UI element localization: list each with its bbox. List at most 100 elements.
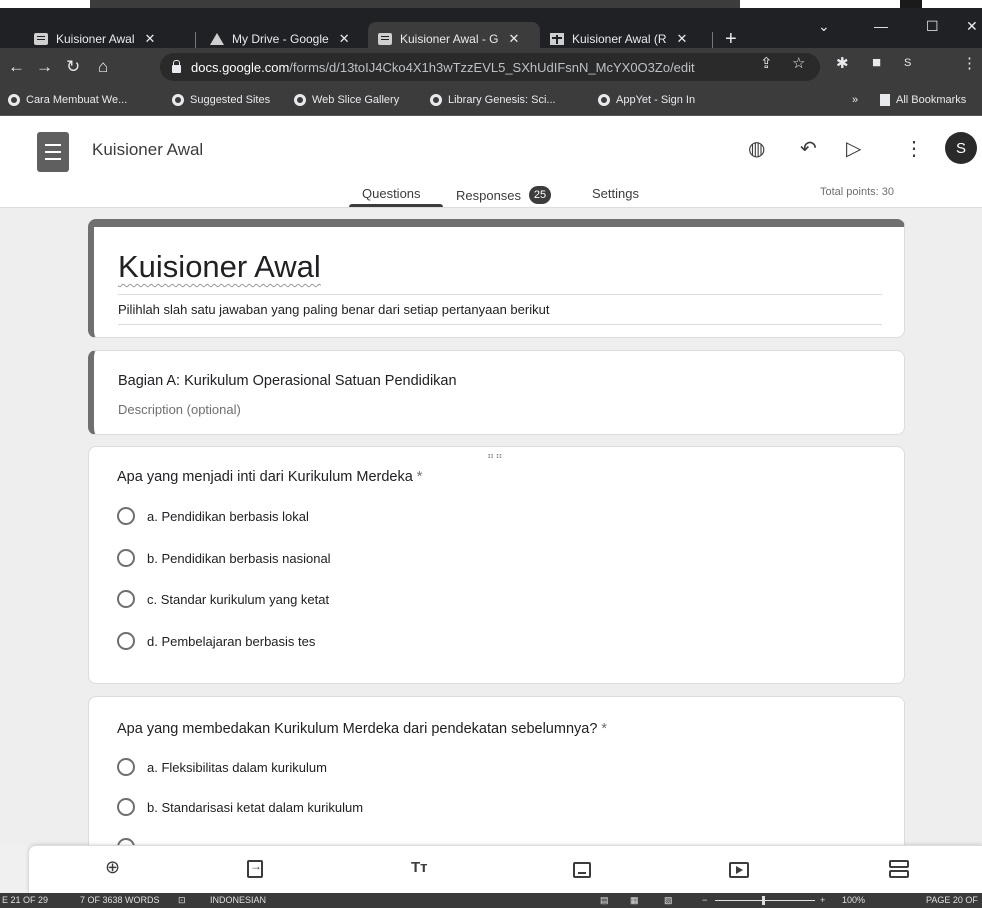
forms-favicon-icon [34,33,48,45]
palette-icon[interactable]: ◍ [748,136,765,161]
add-image-icon[interactable] [573,862,591,878]
bookmark-item[interactable]: Cara Membuat We... [8,94,127,106]
globe-icon [172,94,184,106]
word-count[interactable]: 7 OF 3638 WORDS [80,895,160,905]
zoom-level[interactable]: 100% [842,895,865,905]
bookmark-item[interactable]: Web Slice Gallery [294,94,399,106]
form-title[interactable]: Kuisioner Awal [118,249,321,285]
tab-close-icon[interactable]: ✕ [339,31,350,47]
document-title[interactable]: Kuisioner Awal [92,140,203,160]
add-video-icon[interactable] [729,862,749,878]
tab-title: Kuisioner Awal [56,32,135,46]
address-toolbar: ← → ↻ ⌂ docs.google.com/forms/d/13toIJ4C… [0,48,982,86]
bookmark-item[interactable]: AppYet - Sign In [598,94,695,106]
form-title-card[interactable]: Kuisioner Awal Pilihlah slah satu jawaba… [88,219,905,338]
proofing-icon[interactable]: ⊡ [178,895,186,906]
radio-option[interactable]: c. Standar kurikulum yang ketat [117,590,329,608]
page-indicator[interactable]: E 21 OF 29 [2,895,48,905]
more-options-icon[interactable]: ⋮ [904,136,924,161]
bookmarks-bar: Cara Membuat We... Suggested Sites Web S… [0,86,982,116]
close-window-icon[interactable]: ✕ [966,18,978,35]
question-title[interactable]: Apa yang menjadi inti dari Kurikulum Mer… [117,469,422,485]
section-card[interactable]: Bagian A: Kurikulum Operasional Satuan P… [88,350,905,435]
profile-button[interactable]: S [904,57,911,69]
radio-option[interactable]: a. Fleksibilitas dalam kurikulum [117,758,327,776]
url-path: /forms/d/13toIJ4Cko4X1h3wTzzEVL5_SXhUdIF… [289,59,695,75]
question-title[interactable]: Apa yang membedakan Kurikulum Merdeka da… [117,721,607,737]
zoom-slider-thumb[interactable] [762,896,765,905]
background-window-strip [90,0,740,8]
language-indicator[interactable]: INDONESIAN [210,895,266,905]
bookmark-star-icon[interactable]: ☆ [792,54,805,72]
tab-close-icon[interactable]: ✕ [509,31,520,47]
radio-circle-icon[interactable] [117,590,135,608]
forward-icon[interactable]: → [36,57,53,77]
tab-search-icon[interactable]: ⌄ [818,18,830,35]
back-icon[interactable]: ← [8,57,25,77]
bookmarks-overflow-button[interactable]: » [852,94,858,106]
window-top-strip [0,0,982,8]
undo-icon[interactable]: ↶ [800,136,817,161]
zoom-out-icon[interactable]: − [702,895,707,905]
forms-logo-icon[interactable] [37,132,69,172]
all-bookmarks-button[interactable]: All Bookmarks [880,94,966,106]
tab-separator [195,32,196,48]
folder-icon [880,94,890,106]
avatar[interactable]: S [945,132,977,164]
globe-icon [430,94,442,106]
question-card[interactable]: Apa yang membedakan Kurikulum Merdeka da… [88,696,905,845]
zoom-slider[interactable] [715,900,815,901]
add-title-description-icon[interactable]: Tт [411,859,428,876]
radio-circle-icon[interactable] [117,758,135,776]
radio-option[interactable]: b. Pendidikan berbasis nasional [117,549,331,567]
radio-circle-icon[interactable] [117,798,135,816]
extensions-icon[interactable]: ✱ [836,54,849,72]
bookmark-item[interactable]: Suggested Sites [172,94,270,106]
section-title[interactable]: Bagian A: Kurikulum Operasional Satuan P… [118,373,457,389]
browser-menu-icon[interactable]: ⋮ [962,54,977,72]
page-indicator-right: PAGE 20 OF [926,895,978,905]
url-host: docs.google.com [191,59,290,75]
radio-circle-icon[interactable] [117,507,135,525]
radio-option[interactable]: d. Pembelajaran berbasis tes [117,632,315,650]
radio-circle-icon[interactable] [117,549,135,567]
read-mode-icon[interactable]: ▤ [600,895,609,906]
import-questions-icon[interactable] [247,859,263,878]
share-icon[interactable]: ⇪ [760,54,773,72]
maximize-icon[interactable]: ☐ [926,18,939,35]
drag-handle-icon[interactable]: ⠶⠶ [487,451,504,462]
radio-option[interactable] [117,838,147,845]
home-icon[interactable]: ⌂ [98,57,108,77]
bookmark-item[interactable]: Library Genesis: Sci... [430,94,556,106]
tab-close-icon[interactable]: ✕ [145,31,156,47]
reload-icon[interactable]: ↻ [66,57,80,77]
divider [118,324,882,325]
zoom-in-icon[interactable]: + [820,895,825,905]
radio-circle-icon[interactable] [117,838,135,845]
drive-favicon-icon [210,33,224,45]
total-points: Total points: 30 [820,186,894,198]
section-description-input[interactable]: Description (optional) [118,402,241,417]
tab-close-icon[interactable]: ✕ [677,31,688,47]
tab-questions[interactable]: Questions [362,186,421,201]
add-section-icon[interactable] [889,860,909,878]
sheet-favicon-icon [550,33,564,45]
url-bar[interactable]: docs.google.com/forms/d/13toIJ4Cko4X1h3w… [160,53,820,81]
forms-header: Kuisioner Awal ◍ ↶ ▷ ⋮ S Questions Respo… [0,116,982,208]
web-layout-icon[interactable]: ▧ [664,895,673,906]
side-panel-icon[interactable]: ■ [872,54,881,71]
radio-option[interactable]: a. Pendidikan berbasis lokal [117,507,309,525]
tab-responses[interactable]: Responses 25 [456,186,552,204]
lock-icon [172,60,181,73]
tab-settings[interactable]: Settings [592,186,639,201]
tab-title: My Drive - Google [232,32,329,46]
radio-circle-icon[interactable] [117,632,135,650]
question-card[interactable]: ⠶⠶ Apa yang menjadi inti dari Kurikulum … [88,446,905,684]
add-question-icon[interactable]: ⊕ [105,857,120,878]
form-description[interactable]: Pilihlah slah satu jawaban yang paling b… [118,302,549,317]
radio-option[interactable]: b. Standarisasi ketat dalam kurikulum [117,798,363,816]
globe-icon [294,94,306,106]
send-icon[interactable]: ▷ [846,136,861,161]
print-layout-icon[interactable]: ▦ [630,895,639,906]
minimize-icon[interactable]: — [874,18,888,34]
